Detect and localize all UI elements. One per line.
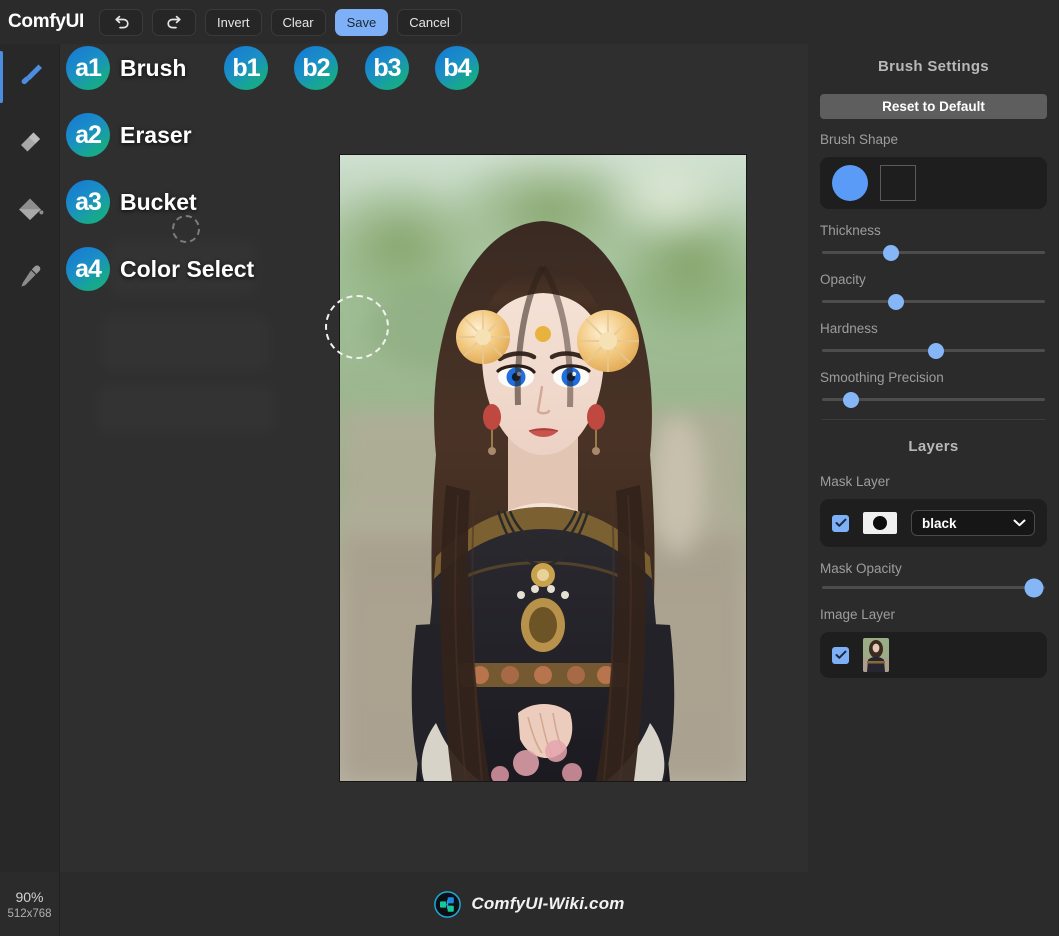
mask-opacity-slider[interactable] [822, 578, 1045, 597]
cancel-button[interactable]: Cancel [397, 8, 462, 36]
redo-button[interactable] [152, 8, 197, 36]
sidebar-item-bucket[interactable] [0, 178, 60, 245]
mask-layer-label: Mask Layer [820, 474, 890, 489]
sidebar-item-brush[interactable] [0, 44, 60, 111]
smoothing-precision-slider[interactable] [822, 391, 1045, 408]
mask-thumbnail-dot [873, 516, 887, 530]
app-brand: ComfyUI [8, 11, 85, 32]
brush-shape-circle-option[interactable] [832, 165, 868, 201]
smoothing-precision-slider-row: Smoothing Precision [820, 370, 1047, 408]
opacity-slider[interactable] [822, 293, 1045, 310]
badge-a1: a1 [66, 46, 110, 90]
hardness-slider-knob[interactable] [927, 342, 944, 359]
brush-shape-label: Brush Shape [820, 132, 899, 147]
zoom-level: 90% [15, 888, 44, 905]
undo-button[interactable] [99, 8, 144, 36]
mask-color-select-wrap: black [911, 510, 1035, 536]
mask-layer-row: black [820, 499, 1047, 547]
annotation-label-eraser: Eraser [120, 121, 192, 148]
badge-b2: b2 [294, 46, 338, 90]
paintbrush-icon [13, 58, 47, 97]
brush-shape-selector [820, 157, 1047, 209]
badge-b4: b4 [435, 46, 479, 90]
annotation-b4: b4 [435, 46, 479, 90]
hardness-slider[interactable] [822, 342, 1045, 359]
mask-layer-visibility-checkbox[interactable] [832, 514, 849, 532]
annotation-label-bucket: Bucket [120, 188, 197, 215]
annotation-b1: b1 [224, 46, 268, 90]
mask-opacity-label: Mask Opacity [820, 561, 902, 576]
annotation-label-brush: Brush [120, 54, 187, 81]
annotation-a2: a2 Eraser [66, 113, 192, 157]
annotation-b2: b2 [294, 46, 338, 90]
badge-b3: b3 [365, 46, 409, 90]
checkmark-icon [835, 518, 847, 528]
mask-opacity-slider-knob[interactable] [1024, 578, 1044, 597]
top-toolbar: ComfyUI Invert Clear Save Cancel [0, 0, 1059, 44]
ghost-panel-b [100, 314, 270, 372]
reset-to-default-button[interactable]: Reset to Default [820, 94, 1047, 119]
clear-button[interactable]: Clear [270, 8, 326, 36]
footer-bar: ComfyUI-Wiki.com 90% 512x768 [0, 872, 1059, 936]
image-thumbnail-icon[interactable] [863, 638, 889, 672]
eyedropper-icon [13, 259, 47, 298]
hardness-slider-row: Hardness [820, 321, 1047, 359]
watermark-text: ComfyUI-Wiki.com [471, 894, 625, 913]
redo-arrow-icon [165, 14, 184, 31]
image-layer-visibility-checkbox[interactable] [832, 646, 849, 664]
image-layer-label: Image Layer [820, 607, 896, 622]
thickness-slider[interactable] [822, 244, 1045, 261]
undo-arrow-icon [112, 14, 131, 31]
image-thumbnail-graphic [863, 638, 889, 672]
paint-bucket-icon [13, 192, 47, 231]
save-button[interactable]: Save [334, 8, 389, 36]
tool-rail [0, 44, 60, 872]
thickness-label: Thickness [820, 223, 881, 238]
badge-a3: a3 [66, 180, 110, 224]
badge-a2: a2 [66, 113, 110, 157]
opacity-label: Opacity [820, 272, 866, 287]
canvas-dimensions: 512x768 [7, 907, 52, 920]
badge-a4: a4 [66, 247, 110, 291]
invert-button[interactable]: Invert [205, 8, 262, 36]
eraser-icon [13, 125, 47, 164]
mask-editor-window: ComfyUI Invert Clear Save Cancel a1 Brus… [0, 0, 1059, 936]
annotation-a3: a3 Bucket [66, 180, 197, 224]
layers-title: Layers [908, 438, 959, 455]
annotation-label-color-select: Color Select [120, 255, 255, 282]
checkmark-icon [835, 650, 847, 660]
brush-settings-title: Brush Settings [878, 58, 989, 75]
annotation-a1: a1 Brush [66, 46, 186, 90]
ghost-panel-c [96, 384, 276, 434]
portrait-illustration-icon [340, 155, 746, 781]
editor-canvas-image[interactable] [340, 155, 746, 781]
settings-panel: Brush Settings Reset to Default Brush Sh… [808, 44, 1059, 872]
image-layer-row [820, 632, 1047, 678]
brush-shape-square-option[interactable] [880, 165, 916, 201]
annotation-b3: b3 [365, 46, 409, 90]
zoom-status: 90% 512x768 [0, 872, 60, 936]
thickness-slider-row: Thickness [820, 223, 1047, 261]
smoothing-precision-label: Smoothing Precision [820, 370, 944, 385]
hardness-label: Hardness [820, 321, 878, 336]
opacity-slider-knob[interactable] [887, 293, 904, 310]
annotation-a4: a4 Color Select [66, 247, 254, 291]
watermark: ComfyUI-Wiki.com [0, 872, 1059, 936]
comfyui-wiki-logo-icon [434, 890, 462, 918]
badge-b1: b1 [224, 46, 268, 90]
sidebar-item-eraser[interactable] [0, 111, 60, 178]
canvas-work-area[interactable] [60, 44, 808, 872]
panel-divider [822, 419, 1045, 420]
mask-thumbnail-icon[interactable] [863, 512, 897, 534]
sidebar-item-color-select[interactable] [0, 245, 60, 312]
smoothing-precision-slider-knob[interactable] [842, 391, 859, 408]
opacity-slider-row: Opacity [820, 272, 1047, 310]
thickness-slider-knob[interactable] [883, 244, 900, 261]
mask-color-select[interactable]: black [912, 511, 1034, 535]
